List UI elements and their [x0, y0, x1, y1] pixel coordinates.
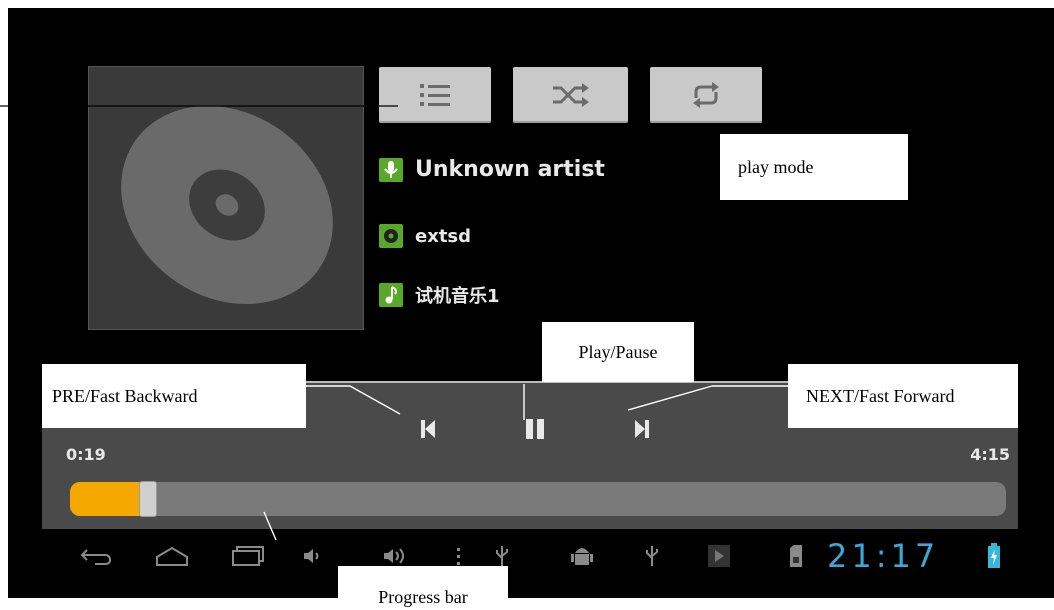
volume-down-button[interactable]: [298, 541, 328, 571]
previous-button[interactable]: [416, 413, 440, 445]
shuffle-icon: [552, 83, 589, 107]
playlist-button[interactable]: [379, 67, 491, 123]
recent-apps-button[interactable]: [228, 541, 268, 571]
skip-next-icon: [635, 420, 649, 438]
play-pause-button[interactable]: [520, 413, 550, 445]
home-icon: [156, 546, 188, 566]
usb-status-2: [640, 541, 664, 571]
usb-icon: [496, 546, 508, 566]
song-title: 试机音乐1: [415, 286, 500, 307]
shuffle-button[interactable]: [513, 67, 628, 123]
usb-icon: [646, 546, 658, 566]
progress-fill: [70, 482, 149, 516]
repeat-button[interactable]: [650, 67, 762, 123]
repeat-icon: [693, 82, 719, 108]
annotation-play-mode: play mode: [720, 134, 908, 200]
elapsed-time: 0:19: [66, 445, 106, 464]
pause-icon: [526, 419, 544, 439]
home-button[interactable]: [152, 541, 192, 571]
annotation-play-pause: Play/Pause: [542, 322, 694, 382]
overflow-menu-icon: [457, 548, 460, 565]
debug-status: [568, 541, 596, 571]
volume-up-icon: [384, 548, 404, 564]
sd-card-status: [784, 541, 808, 571]
back-button[interactable]: [76, 541, 116, 571]
sd-card-icon: [790, 545, 802, 567]
play-notification-icon: [708, 545, 730, 567]
total-time: 4:15: [970, 445, 1010, 464]
album-name: extsd: [415, 225, 472, 247]
media-status: [705, 541, 733, 571]
android-debug-icon: [571, 548, 593, 565]
album-art: [88, 66, 364, 330]
list-icon: [420, 84, 450, 106]
annotation-pre: PRE/Fast Backward: [42, 364, 306, 428]
skip-previous-icon: [421, 420, 435, 438]
artist-row: Unknown artist: [379, 157, 605, 182]
status-clock: 21:17: [827, 537, 940, 575]
music-note-icon: [379, 283, 403, 307]
annotation-progress-bar: Progress bar: [338, 566, 508, 610]
microphone-icon: [379, 157, 403, 182]
progress-thumb[interactable]: [139, 481, 157, 517]
recent-apps-icon: [232, 546, 264, 566]
system-bar: 21:17: [42, 529, 1018, 584]
next-button[interactable]: [630, 413, 654, 445]
volume-down-icon: [304, 549, 319, 563]
artist-name: Unknown artist: [415, 157, 605, 182]
album-icon: [379, 224, 403, 248]
disc-icon: [121, 105, 333, 305]
title-row: 试机音乐1: [379, 282, 500, 308]
battery-status: [984, 541, 1004, 571]
album-row: extsd: [379, 224, 471, 248]
progress-bar[interactable]: [70, 481, 1006, 517]
annotation-next: NEXT/Fast Forward: [788, 364, 1018, 428]
battery-charging-icon: [988, 543, 1000, 568]
back-icon: [80, 549, 112, 565]
